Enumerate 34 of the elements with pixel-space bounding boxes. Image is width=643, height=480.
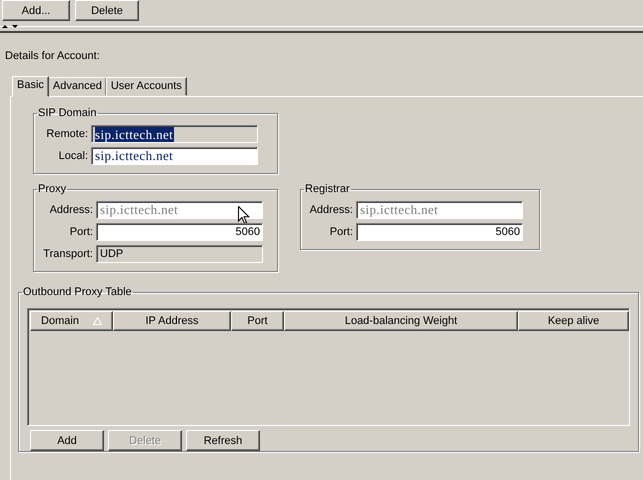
group-title: Outbound Proxy Table <box>22 286 133 298</box>
column-header[interactable]: Domain <box>30 311 113 331</box>
input-field[interactable]: sip.icttech.net <box>91 125 258 143</box>
sort-up-icon <box>92 317 102 325</box>
field-label: Port: <box>328 226 353 238</box>
field-label: Port: <box>68 226 93 238</box>
details-heading: Details for Account: <box>5 50 101 64</box>
delete-button[interactable]: Delete <box>75 0 139 21</box>
table-button[interactable]: Refresh <box>186 430 260 451</box>
splitter-arrows-icon <box>2 24 18 29</box>
field-label: Local: <box>58 150 88 162</box>
column-header[interactable]: Load-balancing Weight <box>284 311 518 331</box>
input-field[interactable]: 5060 <box>356 223 523 241</box>
column-header[interactable]: IP Address <box>113 311 231 331</box>
field-label: Transport: <box>42 248 93 260</box>
add-button[interactable]: Add... <box>2 0 70 21</box>
group-title: Proxy <box>37 183 68 195</box>
group-title: SIP Domain <box>37 107 98 119</box>
field-label: Address: <box>308 204 353 216</box>
group-title: Registrar <box>304 183 351 195</box>
field-label: Remote: <box>45 128 88 140</box>
input-field[interactable]: sip.icttech.net <box>96 201 263 219</box>
input-field[interactable]: UDP <box>96 245 263 263</box>
field-label: Address: <box>48 204 93 216</box>
tab[interactable]: Basic <box>12 76 49 97</box>
column-header[interactable]: Port <box>231 311 284 331</box>
cursor-icon <box>238 206 250 225</box>
input-field[interactable]: 5060 <box>96 223 263 241</box>
column-header[interactable]: Keep alive <box>518 311 629 331</box>
table-button[interactable]: Add <box>30 430 104 451</box>
input-field[interactable]: sip.icttech.net <box>356 201 523 219</box>
tab[interactable]: Advanced <box>48 77 107 96</box>
input-field[interactable]: sip.icttech.net <box>91 147 258 165</box>
tab[interactable]: User Accounts <box>106 77 187 96</box>
